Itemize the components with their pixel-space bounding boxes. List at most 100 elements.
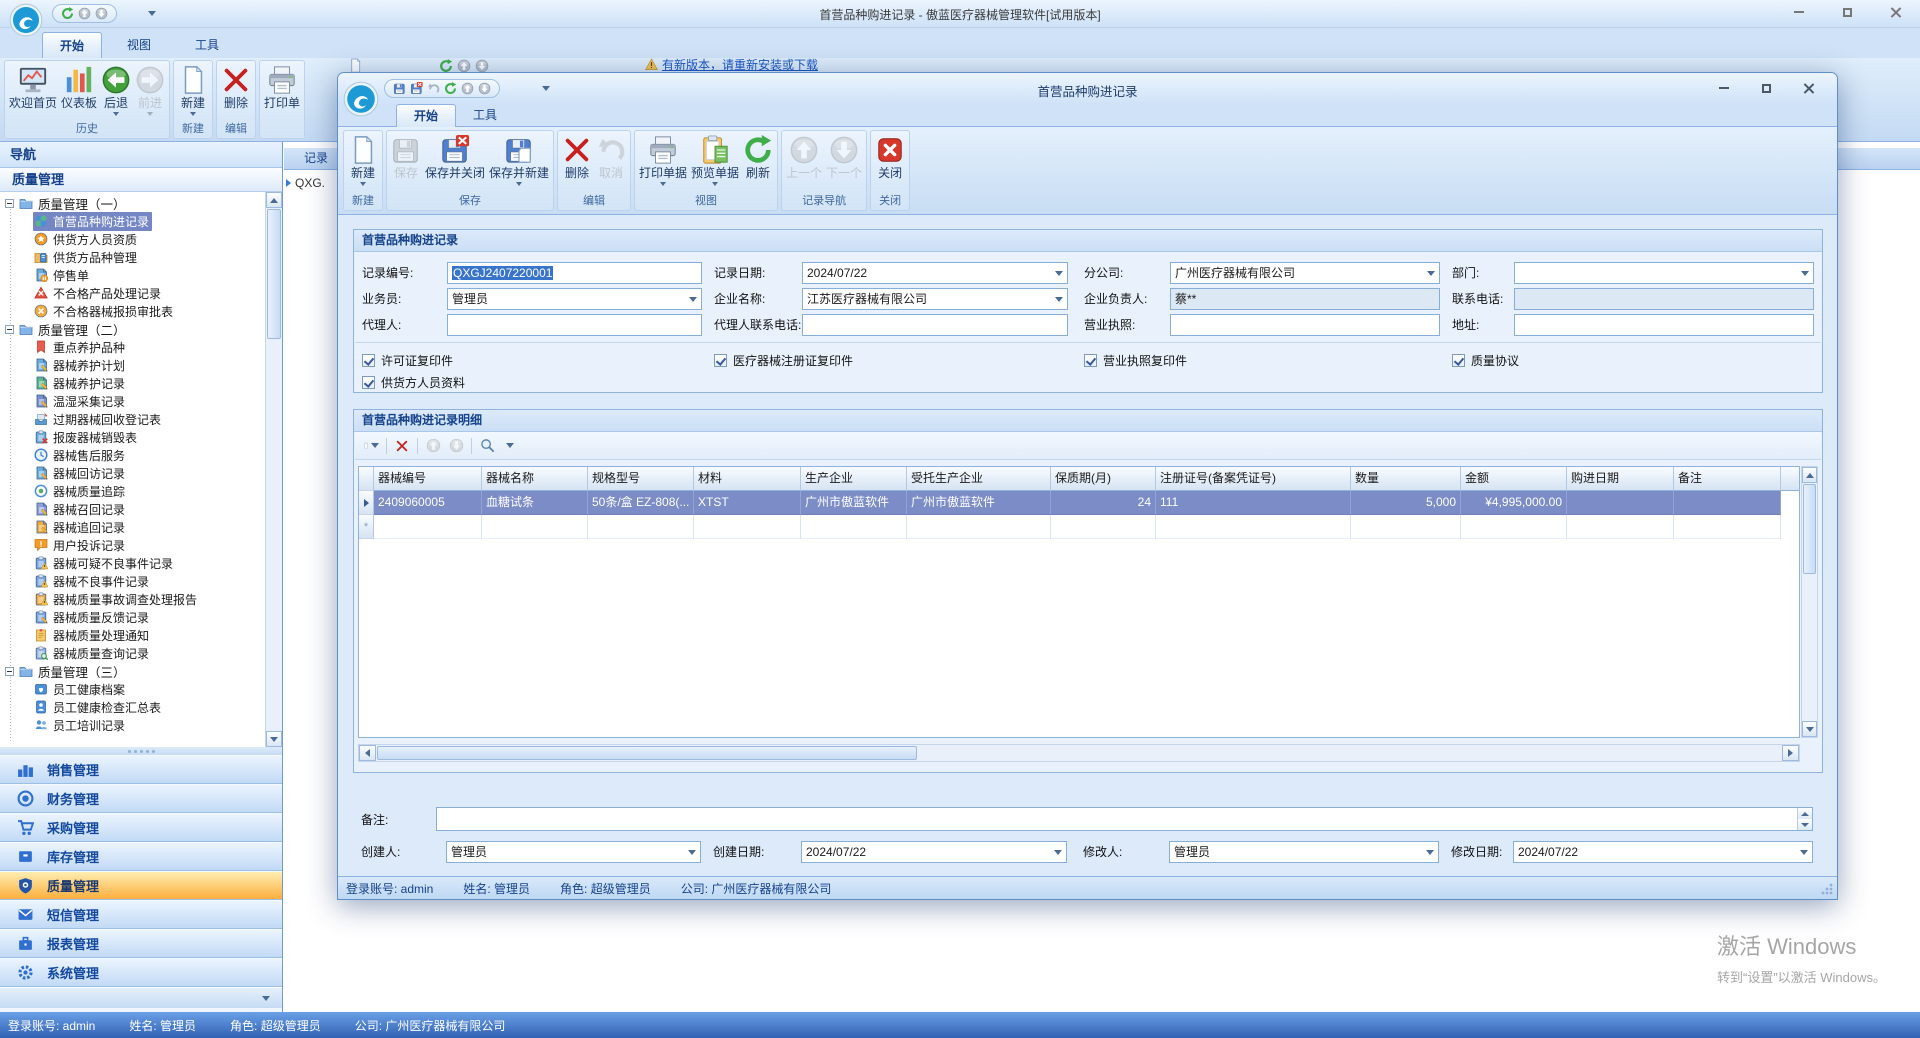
dialog-minimize-button[interactable] — [1711, 79, 1737, 97]
tree-item[interactable]: 员工健康档案 — [0, 680, 265, 698]
checkbox-item[interactable]: 许可证复印件 — [362, 351, 453, 369]
combo-dropdown-icon[interactable] — [1051, 290, 1066, 308]
tree-item[interactable]: 不合格产品处理记录 — [0, 284, 265, 302]
tree-item[interactable]: 报废器械销毁表 — [0, 428, 265, 446]
ribbon-button-redx[interactable]: 删除 — [560, 133, 594, 194]
module-button-drawer[interactable]: 库存管理 — [0, 842, 282, 871]
detail-toolbar-delete-button[interactable] — [394, 438, 410, 454]
tree-item[interactable]: 员工健康检查汇总表 — [0, 698, 265, 716]
tree-item[interactable]: 器械质量查询记录 — [0, 644, 265, 662]
tree-expander-icon[interactable] — [5, 325, 14, 334]
tree-item-box[interactable]: 不合格产品处理记录 — [33, 284, 164, 303]
grid-cell[interactable]: 广州市傲蓝软件 — [801, 491, 907, 515]
tab-2[interactable]: 工具 — [456, 104, 514, 127]
module-collapse-strip[interactable] — [0, 987, 282, 1008]
tree-item-box[interactable]: 器械追回记录 — [33, 518, 128, 537]
grid-empty-cell[interactable] — [1674, 515, 1781, 539]
grid-empty-cell[interactable] — [801, 515, 907, 539]
ribbon-button-page[interactable]: 新建 — [176, 63, 210, 122]
audit-field[interactable]: 管理员 — [446, 841, 701, 863]
tab-1[interactable]: 开始 — [396, 104, 456, 127]
checkbox-icon[interactable] — [1452, 354, 1465, 367]
checkbox-item[interactable]: 营业执照复印件 — [1084, 351, 1187, 369]
tree-scrollbar[interactable] — [265, 192, 282, 747]
tree-item-box[interactable]: 器械养护记录 — [33, 374, 128, 393]
module-button-mail[interactable]: 短信管理 — [0, 900, 282, 929]
grid-cell[interactable]: ¥4,995,000.00 — [1461, 491, 1567, 515]
tree-item-box[interactable]: 器械养护计划 — [33, 356, 128, 375]
background-record-row[interactable]: QXG. — [286, 176, 325, 190]
up-quick-icon[interactable] — [461, 82, 474, 95]
tree-item-box[interactable]: 器械质量处理通知 — [33, 626, 152, 645]
refresh-quick-icon[interactable] — [444, 82, 457, 95]
combo-dropdown-icon[interactable] — [685, 290, 700, 308]
tree-item[interactable]: 器械养护计划 — [0, 356, 265, 374]
audit-field[interactable]: 2024/07/22 — [801, 841, 1067, 863]
combo-dropdown-icon[interactable] — [1422, 843, 1437, 861]
tree-item-box[interactable]: 不合格器械报损审批表 — [33, 302, 176, 321]
grid-column-header[interactable]: 器械编号 — [374, 467, 482, 491]
grid-cell[interactable]: 广州市傲蓝软件 — [907, 491, 1051, 515]
tree-item[interactable]: 器械追回记录 — [0, 518, 265, 536]
grid-empty-cell[interactable] — [1351, 515, 1461, 539]
down-quick-icon[interactable] — [478, 82, 491, 95]
sidebar-splitter[interactable] — [0, 747, 282, 755]
form-field[interactable] — [1170, 314, 1440, 336]
grid-column-header[interactable]: 备注 — [1674, 467, 1781, 491]
module-button-case[interactable]: 报表管理 — [0, 929, 282, 958]
tree-group[interactable]: 质量管理（二） — [0, 320, 265, 338]
tree-item-box[interactable]: 器械售后服务 — [33, 446, 128, 465]
checkbox-item[interactable]: 医疗器械注册证复印件 — [714, 351, 853, 369]
save-quick-icon[interactable] — [393, 82, 406, 95]
grid-horizontal-scrollbar[interactable] — [358, 744, 1800, 762]
grid-column-header[interactable]: 购进日期 — [1567, 467, 1674, 491]
remark-spinner[interactable] — [1797, 808, 1812, 830]
refresh-quick-icon[interactable] — [61, 7, 74, 20]
grid-cell[interactable]: XTST — [694, 491, 801, 515]
grid-empty-cell[interactable] — [374, 515, 482, 539]
tree-item-box[interactable]: 器械不良事件记录 — [33, 572, 152, 591]
tree-item[interactable]: 过期器械回收登记表 — [0, 410, 265, 428]
form-field[interactable] — [1514, 314, 1814, 336]
undo-quick-icon[interactable] — [427, 82, 440, 95]
tree-item-box[interactable]: 器械回访记录 — [33, 464, 128, 483]
tree-item[interactable]: 器械质量事故调查处理报告 — [0, 590, 265, 608]
tree-group[interactable]: 质量管理（一） — [0, 194, 265, 212]
tree-item-box[interactable]: 首营品种购进记录 — [33, 212, 152, 231]
grid-scroll-right-button[interactable] — [1782, 745, 1799, 761]
grid-scroll-down-button[interactable] — [1802, 721, 1817, 737]
tree-item-box[interactable]: 停售单 — [33, 266, 92, 285]
tree-item[interactable]: 器械召回记录 — [0, 500, 265, 518]
tree-item-box[interactable]: 器械召回记录 — [33, 500, 128, 519]
grid-vertical-scrollbar[interactable] — [1801, 466, 1818, 738]
tree-scroll-up-button[interactable] — [266, 192, 282, 208]
main-maximize-button[interactable] — [1834, 3, 1860, 21]
grid-column-header[interactable]: 生产企业 — [801, 467, 907, 491]
combo-dropdown-icon[interactable] — [1796, 843, 1811, 861]
tree-item-box[interactable]: 员工健康检查汇总表 — [33, 698, 164, 717]
ribbon-button-printer[interactable]: 打印单据 — [637, 133, 689, 194]
ribbon-button-monitor[interactable]: 欢迎首页 — [7, 63, 59, 122]
grid-empty-cell[interactable] — [907, 515, 1051, 539]
update-notification-link[interactable]: 有新版本，请重新安装或下载 — [662, 57, 818, 72]
form-field[interactable] — [447, 314, 702, 336]
grid-column-header[interactable]: 规格型号 — [588, 467, 694, 491]
tree-item-box[interactable]: 供货方品种管理 — [33, 248, 140, 267]
tree-item-box[interactable]: 报废器械销毁表 — [33, 428, 140, 447]
tree-item-box[interactable]: 温湿采集记录 — [33, 392, 128, 411]
tree-item-box[interactable]: 用户投诉记录 — [33, 536, 128, 555]
tree-item[interactable]: 用户投诉记录 — [0, 536, 265, 554]
combo-dropdown-icon[interactable] — [1050, 843, 1065, 861]
module-button-shield[interactable]: 质量管理 — [0, 871, 282, 900]
resize-grip[interactable] — [1820, 882, 1834, 896]
ribbon-button-printer[interactable]: 打印单 — [262, 63, 302, 122]
down-quick-icon[interactable] — [95, 7, 108, 20]
grid-cell[interactable]: 111 — [1156, 491, 1351, 515]
tree-item-box[interactable]: 器械可疑不良事件记录 — [33, 554, 176, 573]
module-button-chart[interactable]: 销售管理 — [0, 755, 282, 784]
tree-expander-icon[interactable] — [5, 199, 14, 208]
grid-cell[interactable] — [1674, 491, 1781, 515]
checkbox-icon[interactable] — [362, 354, 375, 367]
grid-column-header[interactable]: 器械名称 — [482, 467, 588, 491]
form-field[interactable]: 江苏医疗器械有限公司 — [802, 288, 1068, 310]
